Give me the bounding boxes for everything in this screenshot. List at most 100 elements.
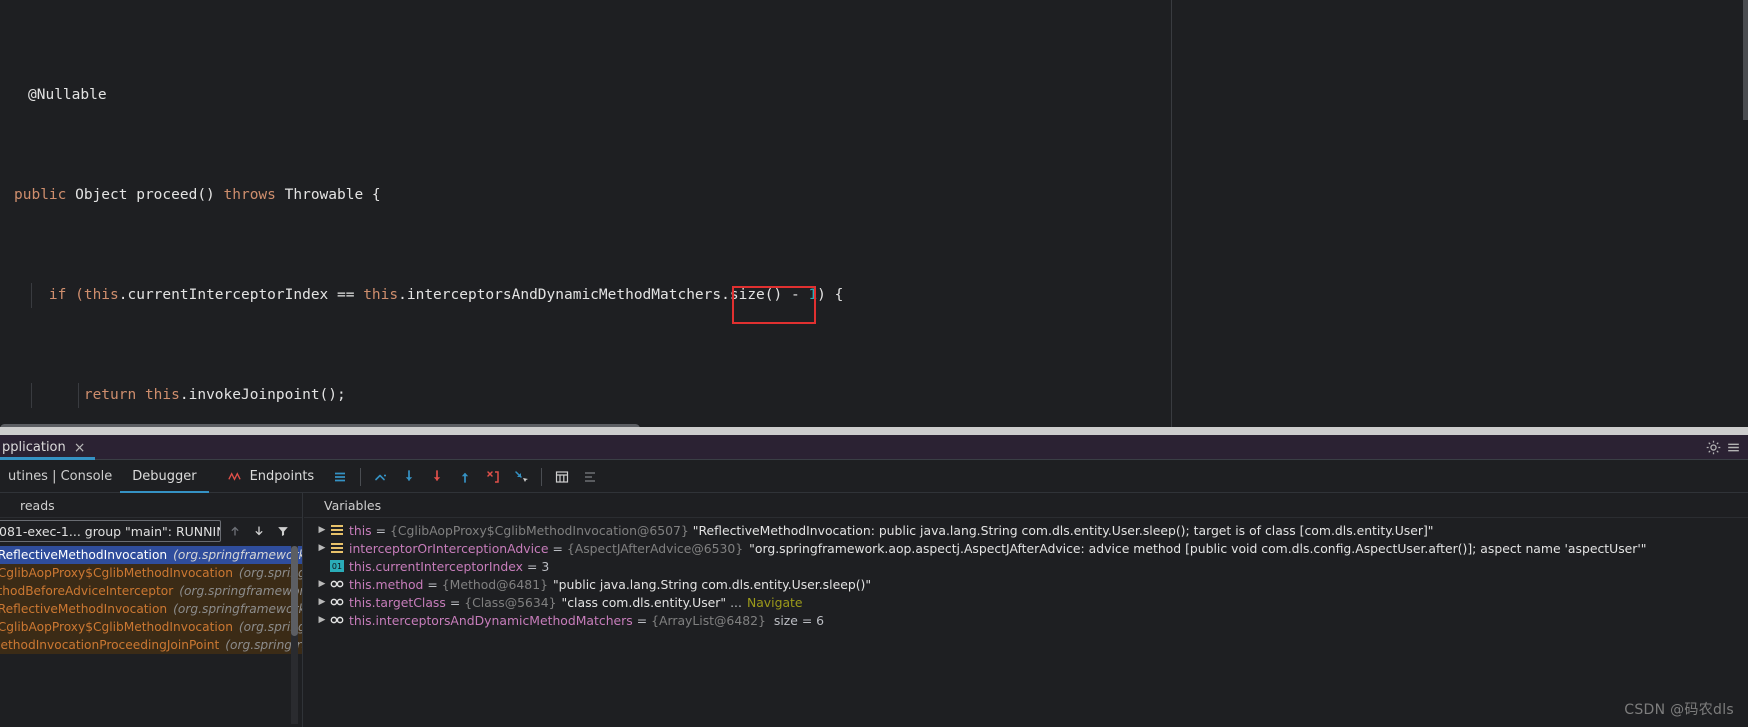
frame-name: , CglibAopProxy$CglibMethodInvocation [0,566,233,580]
svg-text:01: 01 [332,562,342,571]
variable-row-interceptorsAndDynamicMethodMatchers[interactable]: ▶ this.interceptorsAndDynamicMethodMatch… [304,611,1748,629]
frame-package: (org.springframework.aop [179,584,302,598]
debug-tool-window: pplication × utines | Console Debugger E… [0,435,1748,727]
variable-name: interceptorOrInterceptionAdvice [349,540,549,556]
code-token: Object proceed() [75,187,224,203]
variable-row-this[interactable]: ▶ this = {CglibAopProxy$CglibMethodInvoc… [304,521,1748,539]
variable-name: this.interceptorsAndDynamicMethodMatcher… [349,612,633,628]
watermark: CSDN @码农dls [1624,702,1734,718]
code-token: 1 [808,287,818,303]
code-token: this [363,287,399,303]
code-token: public [14,187,76,203]
variable-name: this.targetClass [349,594,446,610]
thread-selector-value: 081-exec-1... group "main": RUNNING [0,523,221,539]
step-out-icon[interactable] [454,466,476,488]
variable-value: "class com.dls.entity.User" [561,594,727,610]
variable-size: size = 6 [773,612,825,628]
endpoints-icon [224,466,246,488]
frame-item[interactable]: , ReflectiveMethodInvocation (org.springf… [0,546,302,564]
frame-package: (org.springframework.aop. [173,548,302,562]
tab-application[interactable]: pplication × [0,435,96,460]
debugger-toolbar: utines | Console Debugger Endpoints [0,461,1748,493]
frame-name: MethodInvocationProceedingJoinPoint [0,638,220,652]
tab-label: pplication [2,440,66,455]
variables-pane-title: Variables [304,493,1748,518]
variable-row-targetClass[interactable]: ▶ this.targetClass = {Class@5634} "class… [304,593,1748,611]
variable-name: this.method [349,576,424,592]
frame-name: , CglibAopProxy$CglibMethodInvocation [0,620,233,634]
threads-icon[interactable] [329,466,351,488]
settings-icon[interactable] [579,466,601,488]
editor-vertical-scrollbar[interactable] [1743,0,1748,435]
frame-name: , ReflectiveMethodInvocation [0,548,168,562]
code-token: @Nullable [28,87,107,103]
variable-equals: = [552,540,563,556]
variable-ref: {Class@5634} [464,594,557,610]
code-editor[interactable]: @Nullable public Object proceed() throws… [0,0,1748,435]
thread-selector[interactable]: 081-exec-1... group "main": RUNNING ▼ [0,520,221,542]
object-icon [330,578,344,590]
code-token: .interceptorsAndDynamicMethodMatchers.si… [398,287,809,303]
frame-package: (org.springframework.aop.f [173,602,302,616]
code-token: Throwable { [284,187,381,203]
chevron-right-icon[interactable]: ▶ [316,596,328,608]
arrow-up-icon[interactable] [225,521,245,541]
variable-ref: {ArrayList@6482} [651,612,766,628]
frame-item[interactable]: MethodInvocationProceedingJoinPoint (org.… [0,636,302,654]
variable-value: "ReflectiveMethodInvocation: public java… [692,522,1434,538]
variable-row-currentInterceptorIndex[interactable]: ▶ 01 this.currentInterceptorIndex = 3 [304,557,1748,575]
frames-list[interactable]: , ReflectiveMethodInvocation (org.springf… [0,546,302,724]
navigate-link[interactable]: Navigate [747,595,803,610]
frame-name: , ReflectiveMethodInvocation [0,602,168,616]
editor-splitter[interactable] [0,427,1748,435]
frames-pane-title: reads [0,493,302,518]
code-content: @Nullable public Object proceed() throws… [0,8,1748,435]
code-token: if ( [48,287,84,303]
frame-item[interactable]: , CglibAopProxy$CglibMethodInvocation (or… [0,564,302,582]
evaluate-expression-icon[interactable] [551,466,573,488]
code-line-4: return this.invokeJoinpoint(); [0,383,1748,408]
tab-debugger[interactable]: Debugger [120,461,209,493]
step-over-icon[interactable] [398,466,420,488]
frame-item[interactable]: , ReflectiveMethodInvocation (org.springf… [0,600,302,618]
variable-row-interceptorOrInterceptionAdvice[interactable]: ▶ interceptorOrInterceptionAdvice = {Asp… [304,539,1748,557]
variable-ellipsis: ... [730,594,742,610]
chevron-right-icon[interactable]: ▶ [316,614,328,626]
chevron-right-icon[interactable]: ▶ [316,578,328,590]
object-icon [330,614,344,626]
code-token: ) { [817,287,844,303]
code-token: throws [223,187,285,203]
toolbar-separator [360,467,362,486]
variable-row-method[interactable]: ▶ this.method = {Method@6481} "public ja… [304,575,1748,593]
arrow-down-icon[interactable] [249,521,269,541]
chevron-right-icon[interactable]: ▶ [316,524,328,536]
chevron-right-icon[interactable]: ▶ [316,542,328,554]
run-to-cursor-icon[interactable] [510,466,532,488]
frames-pane: reads 081-exec-1... group "main": RUNNIN… [0,493,303,727]
force-step-into-icon[interactable] [482,466,504,488]
scrollbar-thumb[interactable] [1743,0,1748,120]
field-icon [330,542,344,554]
close-icon[interactable]: × [74,440,86,456]
hide-icon[interactable] [1725,439,1742,456]
variable-equals: = [427,576,438,592]
tab-endpoints-label: Endpoints [249,469,315,484]
variable-ref: {Method@6481} [441,576,548,592]
variable-equals: = [636,612,648,628]
scrollbar-thumb[interactable] [291,546,298,636]
frame-item[interactable]: , CglibAopProxy$CglibMethodInvocation (or… [0,618,302,636]
console-tab-label[interactable]: utines | Console [0,469,120,484]
code-line-1: @Nullable [0,83,1748,108]
frame-item[interactable]: ethodBeforeAdviceInterceptor (org.springf… [0,582,302,600]
filter-icon[interactable] [273,521,293,541]
variable-value: 3 [541,558,550,574]
frames-scrollbar[interactable] [291,546,298,724]
ide-window: @Nullable public Object proceed() throws… [0,0,1748,727]
show-execution-point-icon[interactable] [370,466,392,488]
tab-endpoints[interactable]: Endpoints [209,461,327,493]
step-into-icon[interactable] [426,466,448,488]
code-line-2: public Object proceed() throws Throwable… [0,183,1748,208]
gear-icon[interactable] [1705,439,1722,456]
variables-tree[interactable]: ▶ this = {CglibAopProxy$CglibMethodInvoc… [304,518,1748,629]
thread-selector-row: 081-exec-1... group "main": RUNNING ▼ [0,518,302,544]
